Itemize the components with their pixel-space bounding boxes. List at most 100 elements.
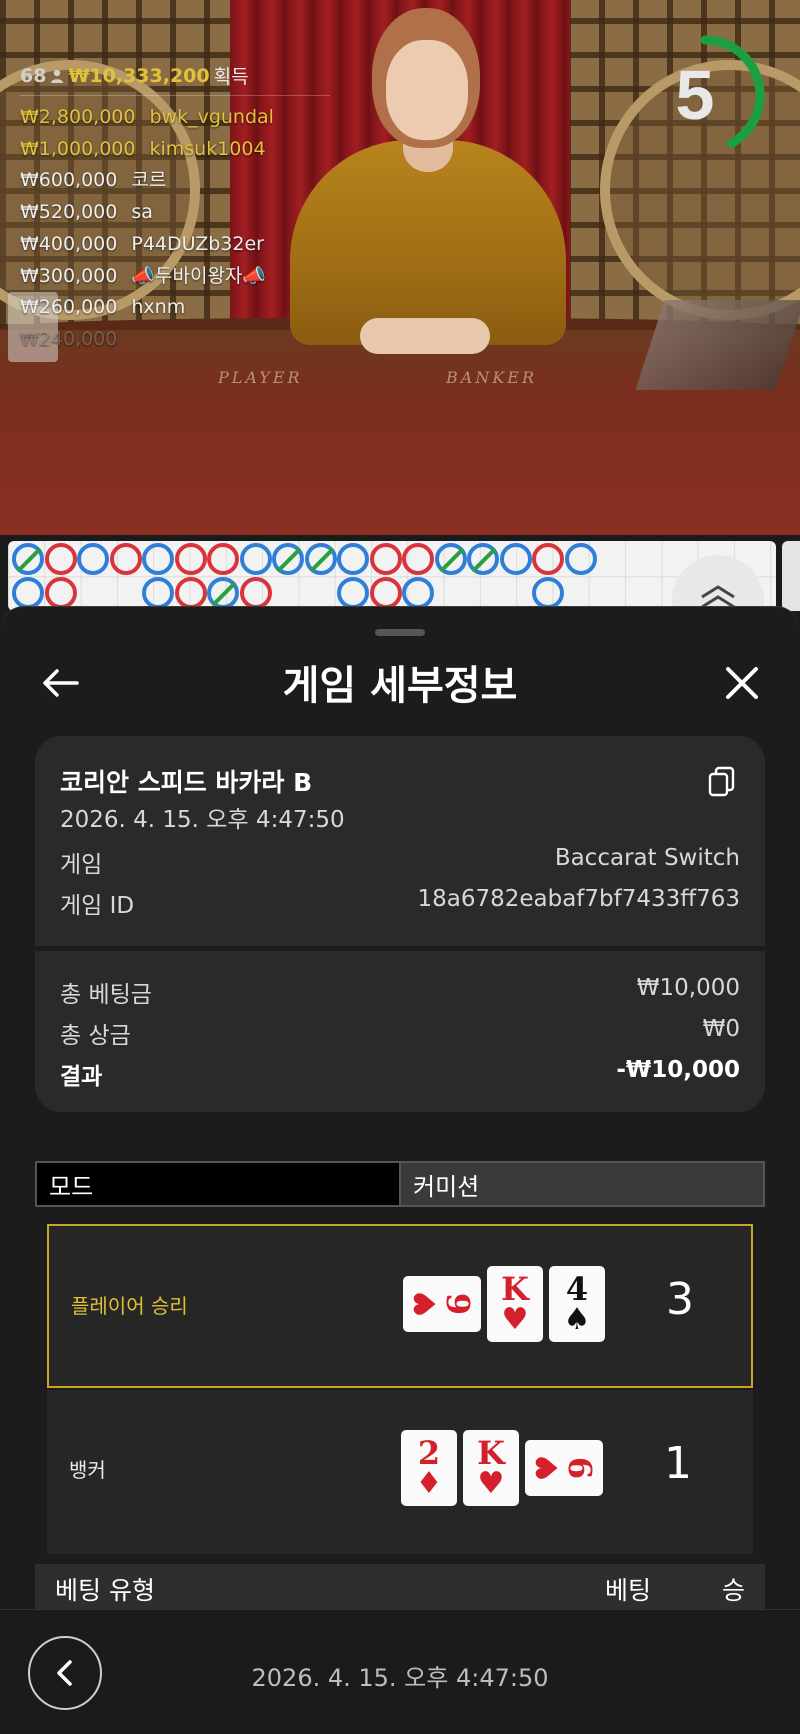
card-rank: 2 [417,1434,441,1472]
bead-player [532,577,564,609]
total-bet-value: ₩10,000 [636,975,740,1001]
tab-commission[interactable]: 커미션 [399,1163,763,1205]
tie-slash [276,547,302,573]
game-id-row: 게임 ID 18a6782eabaf7bf7433ff763 [60,886,740,920]
result-value: -₩10,000 [616,1057,740,1083]
mode-tabs: 모드 커미션 [35,1161,765,1207]
total-win-value: ₩0 [702,1016,740,1042]
footer-bar: 2026. 4. 15. 오후 4:47:50 [0,1609,800,1734]
bead-banker [239,577,272,609]
bead-tie [304,543,337,575]
totals-card: 총 베팅금 ₩10,000 총 상금 ₩0 결과 -₩10,000 [35,947,765,1112]
game-row: 게임 Baccarat Switch [60,845,740,879]
bead-banker [532,543,564,575]
tab-mode[interactable]: 모드 [37,1163,399,1205]
bead-player [337,577,369,609]
bead-player [142,543,174,575]
card-rank: K [501,1270,529,1308]
card-rank: 6 [440,1292,479,1316]
bead-banker [174,543,207,575]
bead-banker [44,543,77,575]
leaderboard-amount: ₩600,000 [20,169,118,192]
playing-card: ♥ 9 [525,1440,603,1496]
leaderboard-player-name: P44DUZb32er [131,232,264,255]
leaderboard-row: ₩520,000 sa [20,197,330,229]
tie-slash [471,547,497,573]
card-shoe [635,300,800,390]
banker-score: 1 [664,1438,692,1489]
winners-leaderboard: 68 ₩10,333,200 획득 ₩2,800,000 bwk_vgundal ₩… [20,62,330,356]
bead-banker [207,543,239,575]
total-winnings-label: 획득 [213,66,249,88]
leaderboard-row: ₩2,800,000 bwk_vgundal [20,102,330,134]
leaderboard-row: ₩260,000 hxnm [20,292,330,324]
card-suit-icon: ♠ [563,1302,591,1337]
leaderboard-amount: ₩300,000 [20,264,118,287]
dealer-face [386,40,468,140]
result-label: 결과 [60,1064,103,1090]
leaderboard-row: ₩600,000 코르 [20,165,330,197]
tie-slash [308,547,335,573]
bead-player [239,543,272,575]
roadmap-side-panel [782,541,800,611]
total-winnings: ₩10,333,200 [68,64,210,87]
bead-player [564,543,597,575]
result-row: 결과 -₩10,000 [60,1057,740,1091]
game-label: 게임 [60,852,103,878]
leaderboard-player-name: 코르 [131,169,167,192]
sheet-title: 게임 세부정보 [282,663,518,709]
tie-slash [438,547,465,573]
leaderboard-amount: ₩2,800,000 [20,106,136,128]
card-suit-icon: ♥ [501,1302,529,1337]
leaderboard-player-name: kimsuk1004 [149,137,266,160]
copy-icon[interactable] [707,766,737,798]
table-player-label: PLAYER [218,368,303,387]
game-id-label: 게임 ID [60,893,135,919]
bead-player [12,577,44,609]
sheet-grabber[interactable] [375,629,425,636]
bead-player [77,543,109,575]
bead-tie [434,543,467,575]
total-bet-label: 총 베팅금 [60,982,152,1008]
timer-value: 5 [675,56,715,134]
player-count: 68 [20,64,47,87]
leaderboard-row: ₩240,000 [20,324,330,356]
leaderboard-row: ₩300,000 📣두바이왕자📣 [20,261,330,293]
bead-player [142,577,174,609]
bead-banker [369,543,402,575]
player-score: 3 [666,1274,694,1325]
bead-player [499,543,532,575]
playing-card: 4 ♠ [549,1266,605,1342]
leaderboard-player-name: bwk_vgundal [149,106,274,128]
game-id-value[interactable]: 18a6782eabaf7bf7433ff763 [417,886,740,920]
leaderboard-amount: ₩260,000 [20,296,118,319]
leaderboard-player-name: hxnm [131,296,186,319]
bead-banker [174,577,207,609]
tie-slash [211,581,237,607]
bead-player [337,543,369,575]
leaderboard-amount: ₩1,000,000 [20,137,136,160]
bead-banker [402,543,434,575]
game-date: 2026. 4. 15. 오후 4:47:50 [60,807,345,833]
leaderboard-row: ₩1,000,000 kimsuk1004 [20,134,330,166]
bet-type-column: 베팅 유형 [55,1576,155,1605]
card-suit-icon: ♥ [530,1454,566,1482]
card-suit-icon: ♥ [477,1466,505,1501]
close-icon [726,667,758,699]
tie-slash [16,547,42,573]
total-win-row: 총 상금 ₩0 [60,1016,740,1050]
close-button[interactable] [718,659,766,707]
live-dealer-video: PLAYER BANKER 68 ₩10,333,200 획득 ₩2,800,0… [0,0,800,535]
bead-banker [44,577,77,609]
playing-card: ♥ 6 [403,1276,481,1332]
bead-tie [467,543,499,575]
card-suit-icon: ♥ [408,1290,444,1318]
player-hand-label: 플레이어 승리 [71,1294,188,1318]
player-hand: 플레이어 승리 ♥ 6 K ♥ 4 ♠ 3 [47,1224,753,1388]
bead-road [8,541,776,611]
leaderboard-rows: ₩2,800,000 bwk_vgundal ₩1,000,000 kimsuk100… [20,102,330,356]
playing-card: K ♥ [463,1430,519,1506]
leaderboard-player-name: sa [131,201,153,224]
bead-tie [12,543,44,575]
bet-table-header: 베팅 유형 베팅 승 [35,1564,765,1614]
